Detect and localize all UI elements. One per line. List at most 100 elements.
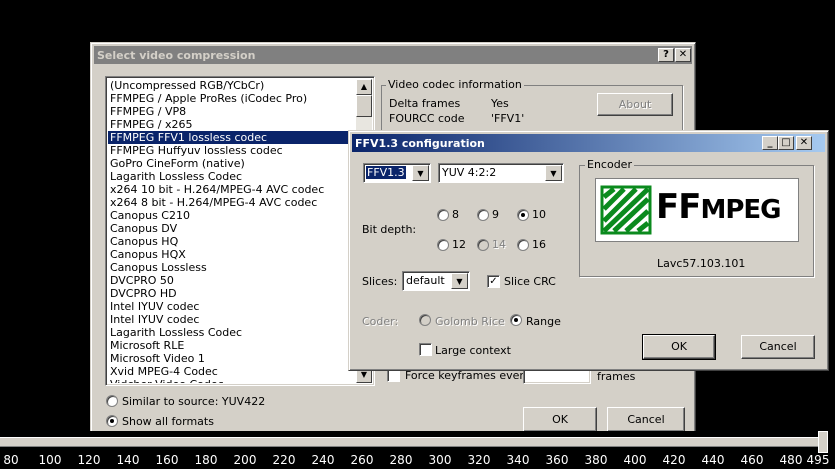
lavc-version: Lavc57.103.101 <box>657 257 746 270</box>
codec-list-item[interactable]: GoPro CineForm (native) <box>108 157 356 170</box>
golomb-label: Golomb Rice <box>435 315 505 328</box>
slice-crc-label: Slice CRC <box>504 275 556 288</box>
codec-list-item[interactable]: Canopus C210 <box>108 209 356 222</box>
codec-list-item[interactable]: (Uncompressed RGB/YCbCr) <box>108 79 356 92</box>
maximize-button[interactable]: □ <box>778 136 794 150</box>
ffv1-titlebar[interactable]: FFV1.3 configuration _ □ ✕ <box>352 134 825 152</box>
ruler-tick-label: 80 <box>3 453 19 467</box>
codec-list-item[interactable]: DVCPRO HD <box>108 287 356 300</box>
delta-frames-value: Yes <box>491 97 509 110</box>
codec-list-item[interactable]: Intel IYUV codec <box>108 300 356 313</box>
slice-crc-checkbox[interactable]: ✓ <box>487 275 500 288</box>
bit-depth-label-14: 14 <box>492 238 506 251</box>
codec-list-frame: (Uncompressed RGB/YCbCr) FFMPEG / Apple P… <box>105 76 375 386</box>
slices-dropdown-icon[interactable]: ▼ <box>451 273 468 289</box>
bit-depth-label: Bit depth: <box>362 223 417 236</box>
codec-list-item[interactable]: Intel IYUV codec <box>108 313 356 326</box>
large-context-label: Large context <box>435 344 511 357</box>
ffmpeg-logo-icon <box>600 185 652 235</box>
ffv1-ok-label: OK <box>671 340 687 353</box>
range-radio[interactable] <box>510 314 522 326</box>
codec-list-item[interactable]: Lagarith Lossless Codec <box>108 326 356 339</box>
close-button[interactable]: ✕ <box>675 48 691 62</box>
codec-list-item[interactable]: Canopus Lossless <box>108 261 356 274</box>
coder-label: Coder: <box>362 315 399 328</box>
ffmpeg-logo-text: FFMPEG <box>656 187 781 227</box>
codec-list-item[interactable]: FFMPEG FFV1 lossless codec <box>108 131 356 144</box>
bit-depth-radio-10[interactable] <box>517 209 529 221</box>
bit-depth-radio-12[interactable] <box>437 239 449 251</box>
timeline-ruler[interactable]: 80 100 120 140 160 180 200 220 240 260 280 300 320 34… <box>0 431 835 469</box>
ruler-tick-label: 360 <box>545 453 569 467</box>
ruler-tick-label: 260 <box>350 453 374 467</box>
codec-list-item[interactable]: Vidcher Video Codec <box>108 378 356 383</box>
bit-depth-radio-8[interactable] <box>437 209 449 221</box>
codec-list-item[interactable]: FFMPEG Huffyuv lossless codec <box>108 144 356 157</box>
slices-label: Slices: <box>362 275 398 288</box>
ffv1-config-dialog: FFV1.3 configuration _ □ ✕ FFV1.3 ▼ YUV … <box>348 130 829 371</box>
frames-label: frames <box>597 370 636 383</box>
bit-depth-radio-9[interactable] <box>477 209 489 221</box>
ruler-tick-label: 240 <box>311 453 335 467</box>
ruler-end-marker[interactable] <box>818 431 828 453</box>
about-label: About <box>618 98 652 111</box>
codec-list-item[interactable]: Canopus HQX <box>108 248 356 261</box>
bit-depth-label-10: 10 <box>532 208 546 221</box>
codec-list-item[interactable]: DVCPRO 50 <box>108 274 356 287</box>
show-all-radio[interactable] <box>106 415 118 427</box>
format-select[interactable]: YUV 4:2:2 ▼ <box>438 163 564 183</box>
main-titlebar[interactable]: Select video compression ? ✕ <box>94 46 692 64</box>
slices-select[interactable]: default ▼ <box>402 271 470 291</box>
fourcc-label: FOURCC code <box>389 112 465 125</box>
bit-depth-label-8: 8 <box>452 208 459 221</box>
codec-list-item[interactable]: Microsoft RLE <box>108 339 356 352</box>
ruler-tick-label: 340 <box>506 453 530 467</box>
bit-depth-label-12: 12 <box>452 238 466 251</box>
ffv1-cancel-label: Cancel <box>759 340 797 353</box>
ffv1-cancel-button[interactable]: Cancel <box>741 335 815 359</box>
ruler-tick-label: 100 <box>38 453 62 467</box>
minimize-button[interactable]: _ <box>762 136 778 150</box>
ruler-tick-label: 440 <box>701 453 725 467</box>
codec-list-item[interactable]: Lagarith Lossless Codec <box>108 170 356 183</box>
bit-depth-label-16: 16 <box>532 238 546 251</box>
ruler-tick-label: 200 <box>233 453 257 467</box>
about-button[interactable]: About <box>597 93 673 116</box>
slices-value: default <box>406 274 445 287</box>
large-context-checkbox[interactable] <box>419 343 432 356</box>
codec-list-item[interactable]: x264 10 bit - H.264/MPEG-4 AVC codec <box>108 183 356 196</box>
codec-list-item[interactable]: Microsoft Video 1 <box>108 352 356 365</box>
codec-info-title: Video codec information <box>386 78 524 91</box>
scroll-up-arrow-icon[interactable]: ▲ <box>356 79 372 95</box>
golomb-radio[interactable] <box>419 314 431 326</box>
codec-list-item[interactable]: FFMPEG / x265 <box>108 118 356 131</box>
bit-depth-radio-16[interactable] <box>517 239 529 251</box>
similar-source-label: Similar to source: YUV422 <box>122 395 266 408</box>
codec-list[interactable]: (Uncompressed RGB/YCbCr) FFMPEG / Apple P… <box>108 79 356 383</box>
format-dropdown-icon[interactable]: ▼ <box>545 165 562 181</box>
scroll-thumb[interactable] <box>356 95 372 117</box>
codec-list-item[interactable]: Canopus DV <box>108 222 356 235</box>
bit-depth-radio-14[interactable] <box>477 239 489 251</box>
help-button[interactable]: ? <box>658 48 674 62</box>
ffv1-close-button[interactable]: ✕ <box>796 136 812 150</box>
codec-list-item[interactable]: x264 8 bit - H.264/MPEG-4 AVC codec <box>108 196 356 209</box>
main-ok-button[interactable]: OK <box>523 407 597 432</box>
ruler-tick-label: 140 <box>116 453 140 467</box>
codec-list-item[interactable]: Xvid MPEG-4 Codec <box>108 365 356 378</box>
ruler-tick-label: 300 <box>428 453 452 467</box>
ruler-tick-label: 460 <box>740 453 764 467</box>
version-select[interactable]: FFV1.3 ▼ <box>363 163 431 183</box>
bit-depth-label-9: 9 <box>492 208 499 221</box>
codec-list-item[interactable]: FFMPEG / VP8 <box>108 105 356 118</box>
maximize-icon: □ <box>781 137 791 148</box>
ffv1-title: FFV1.3 configuration <box>355 137 485 150</box>
ffv1-ok-button[interactable]: OK <box>642 334 716 360</box>
ruler-track[interactable] <box>0 437 818 447</box>
similar-source-radio[interactable] <box>106 395 118 407</box>
ruler-tick-label: 400 <box>623 453 647 467</box>
codec-list-item[interactable]: FFMPEG / Apple ProRes (iCodec Pro) <box>108 92 356 105</box>
codec-list-item[interactable]: Canopus HQ <box>108 235 356 248</box>
main-cancel-button[interactable]: Cancel <box>607 407 685 432</box>
version-dropdown-icon[interactable]: ▼ <box>412 165 429 181</box>
